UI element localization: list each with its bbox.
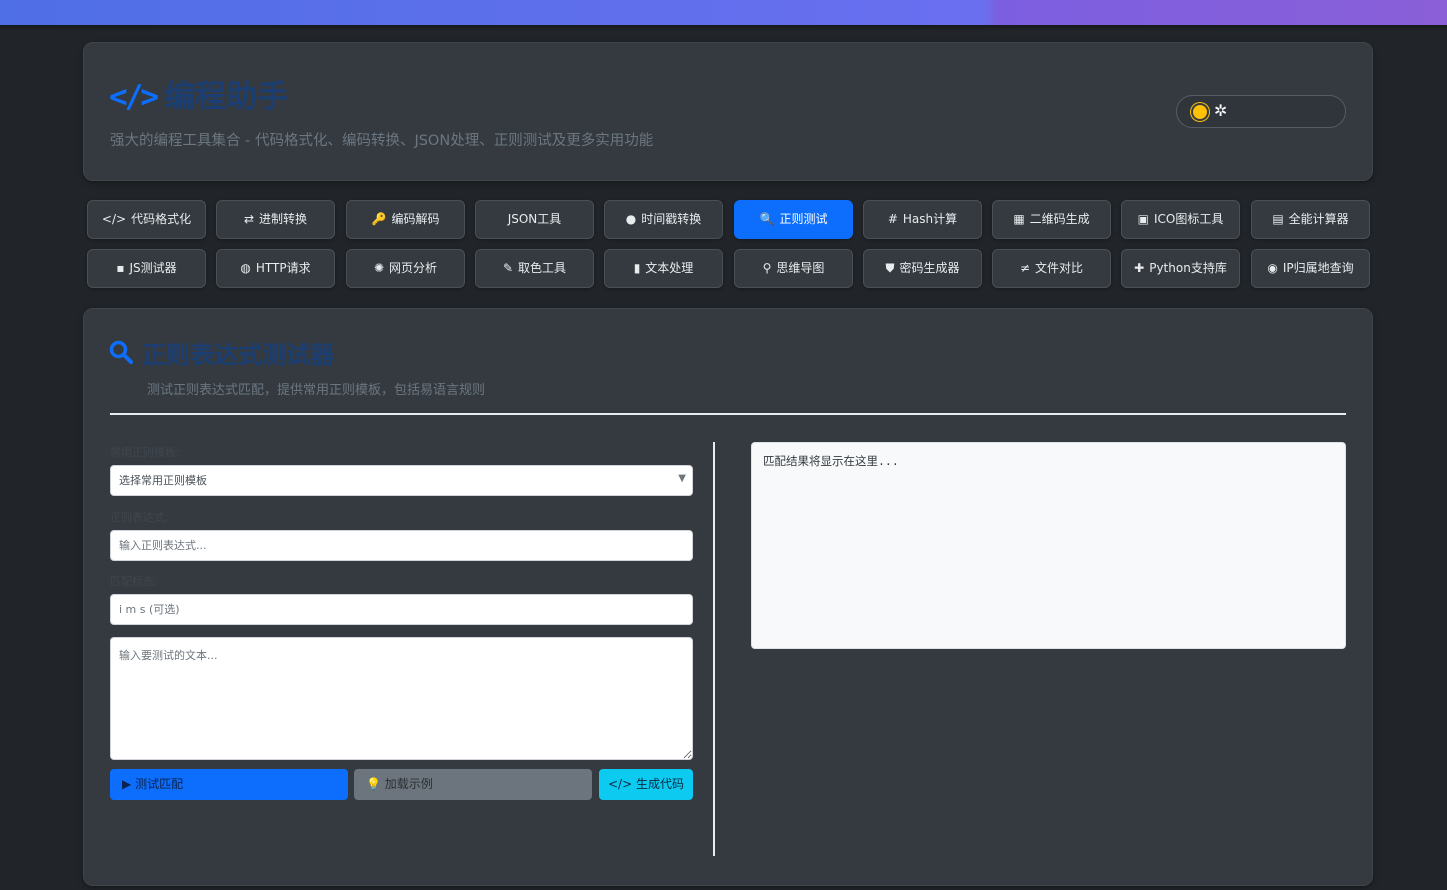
nav-tab-row2-2[interactable]: ✺ 网页分析 [346, 249, 465, 288]
column-divider [713, 442, 715, 856]
nav-tab-row2-6[interactable]: ⛊ 密码生成器 [863, 249, 982, 288]
nav-tab-icon: ◍ [240, 261, 251, 275]
test-match-label: 测试匹配 [135, 777, 184, 791]
nav-tab-label: 全能计算器 [1288, 212, 1349, 226]
nav-tab-label: JS测试器 [129, 261, 177, 275]
lightbulb-icon: 💡 [366, 777, 381, 791]
nav-tab-label: 密码生成器 [899, 261, 960, 275]
regex-tester-panel: 正则表达式测试器 测试正则表达式匹配，提供常用正则模板，包括易语言规则 常用正则… [83, 308, 1373, 886]
tool-nav-row-1: </> 代码格式化 ⇄ 进制转换 🔑 编码解码 JSON工具 ● 时间戳转换 🔍 正则测试 # Hash… [87, 200, 1370, 240]
nav-tab-label: 二维码生成 [1029, 212, 1090, 226]
nav-tab-label: 网页分析 [389, 261, 438, 275]
code-icon: </> [109, 79, 159, 115]
nav-tab-icon: 🔍 [759, 212, 775, 226]
flags-label: 匹配标志: [110, 575, 158, 588]
nav-tab-icon: ≠ [1019, 261, 1031, 275]
chevron-down-icon: ▼ [678, 473, 686, 484]
nav-tab-label: 代码格式化 [131, 212, 192, 226]
load-example-label: 加载示例 [384, 777, 433, 791]
template-select-value: 选择常用正则模板 [119, 474, 207, 487]
nav-tab-label: 文件对比 [1035, 261, 1084, 275]
nav-tab-icon: ⛊ [885, 261, 895, 275]
header-card: </> 编程助手 强大的编程工具集合 - 代码格式化、编码转换、JSON处理、正… [83, 42, 1373, 181]
top-gradient-bar [0, 0, 1447, 25]
nav-tab-icon: ● [625, 212, 637, 226]
regex-pattern-input[interactable] [110, 530, 693, 561]
test-match-button[interactable]: ▶ 测试匹配 [110, 769, 348, 800]
template-select[interactable]: 选择常用正则模板 ▼ [110, 465, 693, 496]
nav-tab-label: HTTP请求 [255, 261, 311, 275]
nav-tab-label: 文本处理 [645, 261, 694, 275]
nav-tab-icon: ✎ [502, 261, 514, 275]
template-label: 常用正则模板: [110, 446, 180, 459]
nav-tab-row1-0[interactable]: </> 代码格式化 [87, 200, 206, 239]
nav-tab-row1-5[interactable]: 🔍 正则测试 [734, 200, 853, 239]
nav-tab-row1-2[interactable]: 🔑 编码解码 [346, 200, 465, 239]
nav-tab-row2-4[interactable]: ▮ 文本处理 [604, 249, 723, 288]
nav-tab-row1-3[interactable]: JSON工具 [475, 200, 594, 239]
nav-tab-label: 时间戳转换 [641, 212, 702, 226]
nav-tab-row2-9[interactable]: ◉ IP归属地查询 [1251, 249, 1370, 288]
nav-tab-icon: ✚ [1134, 261, 1145, 275]
nav-tab-icon: ⚲ [762, 261, 772, 275]
sun-icon [1193, 105, 1207, 119]
nav-tab-icon: ▪ [116, 261, 125, 275]
generate-code-button[interactable]: </> 生成代码 [599, 769, 693, 800]
section-description: 测试正则表达式匹配，提供常用正则模板，包括易语言规则 [147, 383, 486, 398]
nav-tab-row1-6[interactable]: # Hash计算 [863, 200, 982, 239]
nav-tab-row2-7[interactable]: ≠ 文件对比 [992, 249, 1111, 288]
nav-tab-label: 进制转换 [259, 212, 308, 226]
nav-tab-row2-8[interactable]: ✚ Python支持库 [1121, 249, 1240, 288]
nav-tab-icon: # [887, 212, 898, 226]
nav-tab-row1-8[interactable]: ▣ ICO图标工具 [1121, 200, 1240, 239]
section-divider [110, 413, 1346, 415]
nav-tab-icon: ▦ [1013, 212, 1025, 226]
nav-tab-label: Hash计算 [902, 212, 958, 226]
nav-tab-row1-1[interactable]: ⇄ 进制转换 [216, 200, 335, 239]
nav-tab-label: IP归属地查询 [1282, 261, 1354, 275]
nav-tab-icon: ▣ [1137, 212, 1149, 226]
nav-tab-label: 正则测试 [779, 212, 828, 226]
nav-tab-label: Python支持库 [1149, 261, 1227, 275]
nav-tab-icon: ▮ [633, 261, 641, 275]
search-icon [109, 340, 133, 364]
section-title: 正则表达式测试器 [142, 341, 334, 369]
nav-tab-label: 取色工具 [518, 261, 567, 275]
result-placeholder: 匹配结果将显示在这里... [763, 454, 899, 468]
nav-tab-row1-7[interactable]: ▦ 二维码生成 [992, 200, 1111, 239]
pattern-label: 正则表达式: [110, 511, 169, 524]
app-subtitle: 强大的编程工具集合 - 代码格式化、编码转换、JSON处理、正则测试及更多实用功… [110, 133, 654, 149]
nav-tab-icon: ⇄ [243, 212, 255, 226]
gear-icon: ✲ [1214, 101, 1228, 120]
nav-tab-label: ICO图标工具 [1153, 212, 1224, 226]
nav-tab-row2-5[interactable]: ⚲ 思维导图 [734, 249, 853, 288]
nav-tab-icon: ◉ [1267, 261, 1278, 275]
nav-tab-row1-9[interactable]: ▤ 全能计算器 [1251, 200, 1370, 239]
nav-tab-icon: ✺ [373, 261, 385, 275]
nav-tab-row2-0[interactable]: ▪ JS测试器 [87, 249, 206, 288]
nav-tab-label: 编码解码 [391, 212, 440, 226]
nav-tab-icon: 🔑 [371, 212, 387, 226]
tool-nav-row-2: ▪ JS测试器 ◍ HTTP请求 ✺ 网页分析 ✎ 取色工具 ▮ 文本处理 ⚲ 思维导图 ⛊ 密码生成器 ≠… [87, 249, 1370, 289]
app-title: 编程助手 [164, 79, 288, 115]
regex-flags-input[interactable] [110, 594, 693, 625]
code-icon: </> [608, 777, 633, 791]
nav-tab-row2-3[interactable]: ✎ 取色工具 [475, 249, 594, 288]
match-result-output: 匹配结果将显示在这里... [751, 442, 1346, 649]
nav-tab-icon: </> [101, 212, 127, 226]
nav-tab-label: JSON工具 [507, 212, 562, 226]
load-example-button[interactable]: 💡 加载示例 [354, 769, 592, 800]
top-bar-shadow [0, 25, 1447, 31]
nav-tab-row2-1[interactable]: ◍ HTTP请求 [216, 249, 335, 288]
play-icon: ▶ [122, 777, 132, 791]
test-text-input[interactable] [110, 637, 693, 760]
generate-code-label: 生成代码 [635, 777, 684, 791]
nav-tab-row1-4[interactable]: ● 时间戳转换 [604, 200, 723, 239]
theme-toggle[interactable]: ✲ [1176, 95, 1346, 128]
nav-tab-icon: ▤ [1272, 212, 1284, 226]
nav-tab-label: 思维导图 [776, 261, 825, 275]
